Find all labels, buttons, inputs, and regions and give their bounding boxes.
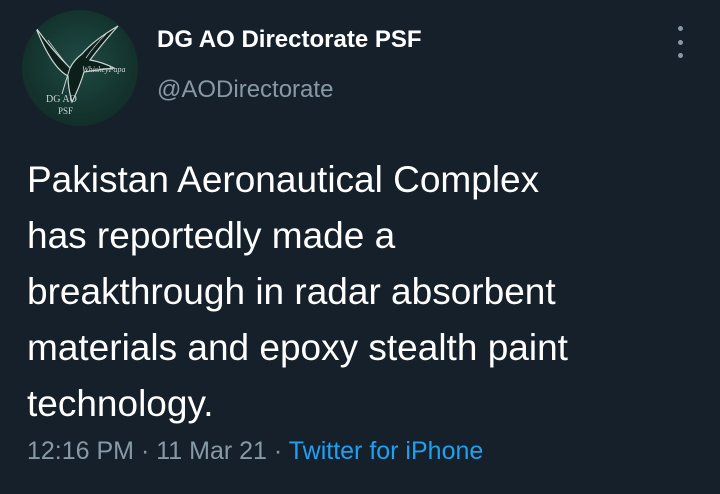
dot bbox=[677, 53, 683, 58]
dot bbox=[677, 39, 683, 45]
tweet-source-link[interactable]: Twitter for iPhone bbox=[289, 437, 484, 465]
avatar-watermark: WhiskeyPapa bbox=[82, 65, 126, 74]
tweet-text-line: breakthrough in radar absorbent bbox=[27, 271, 556, 312]
tweet-text-line: Pakistan Aeronautical Complex bbox=[27, 159, 540, 200]
meta-separator: · bbox=[273, 437, 283, 465]
author-display-name[interactable]: DG AO Directorate PSF bbox=[157, 26, 422, 54]
tweet-time[interactable]: 12:16 PM bbox=[27, 437, 134, 465]
avatar-text: WhiskeyPapa DG AO PSF bbox=[22, 10, 138, 126]
meta-separator: · bbox=[140, 437, 150, 465]
dot bbox=[677, 26, 683, 31]
tweet-text-line: technology. bbox=[27, 383, 214, 424]
tweet-meta: 12:16 PM · 11 Mar 21 · Twitter for iPhon… bbox=[27, 437, 483, 466]
more-vertical-icon[interactable] bbox=[668, 26, 692, 58]
tweet-text: Pakistan Aeronautical Complex has report… bbox=[27, 152, 697, 432]
avatar[interactable]: WhiskeyPapa DG AO PSF bbox=[22, 10, 138, 126]
tweet-text-line: materials and epoxy stealth paint bbox=[27, 327, 568, 368]
tweet-text-line: has reportedly made a bbox=[27, 215, 396, 256]
tweet: WhiskeyPapa DG AO PSF DG AO Directorate … bbox=[0, 0, 720, 494]
avatar-line1: DG AO bbox=[46, 94, 77, 105]
avatar-line2: PSF bbox=[58, 106, 74, 116]
tweet-date[interactable]: 11 Mar 21 bbox=[156, 437, 267, 465]
author-handle[interactable]: @AODirectorate bbox=[157, 76, 333, 104]
